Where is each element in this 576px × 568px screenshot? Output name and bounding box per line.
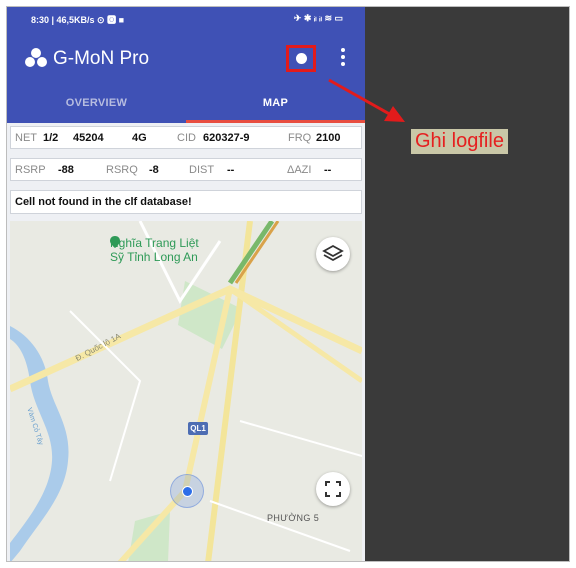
callout-arrow-icon bbox=[328, 78, 405, 122]
annotation-label: Ghi logfile bbox=[411, 129, 508, 154]
